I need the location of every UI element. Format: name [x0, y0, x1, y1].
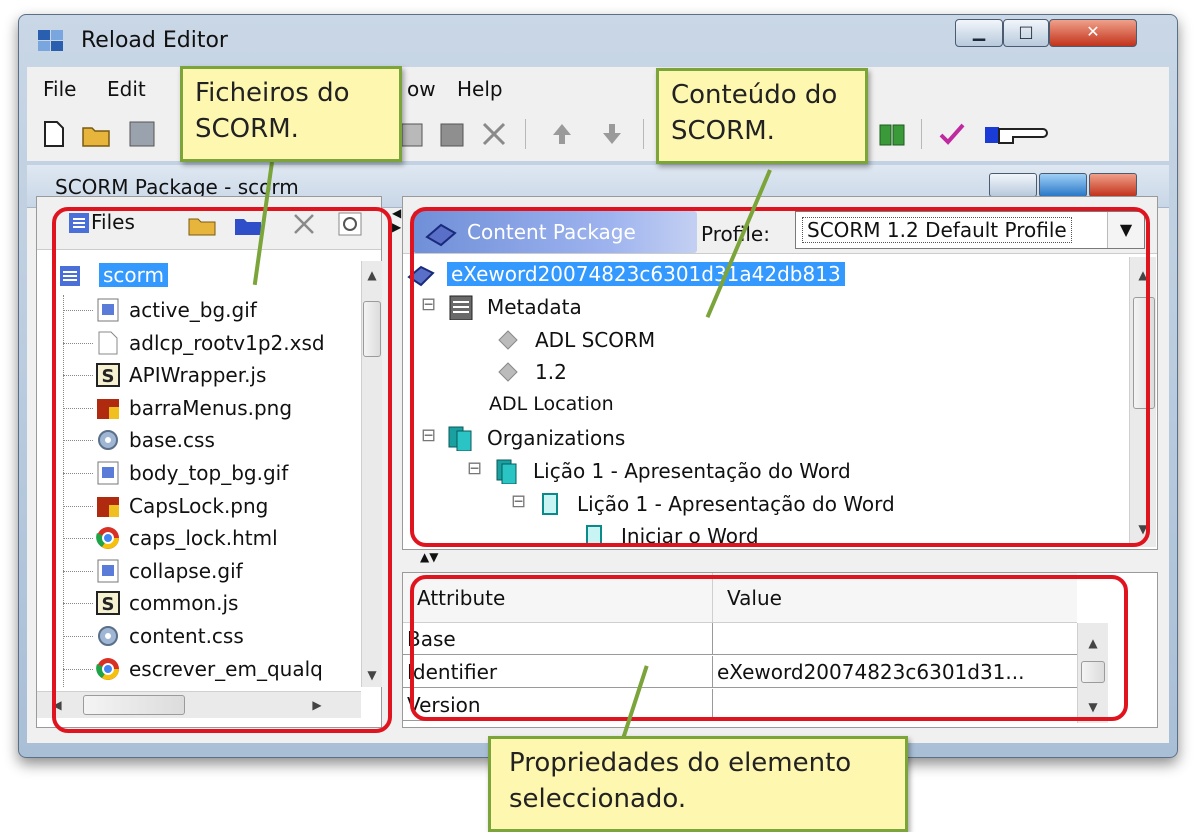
book-icon[interactable]: [877, 119, 907, 149]
content-callout: Conteúdo do SCORM.: [656, 68, 868, 164]
vertical-splitter-icon[interactable]: ◀ ▶: [392, 206, 401, 234]
child-restore-button[interactable]: [1039, 173, 1087, 197]
minimize-button[interactable]: ▁: [955, 19, 1003, 47]
window-title: Reload Editor: [81, 28, 228, 53]
menu-window[interactable]: ow: [407, 77, 436, 101]
child-minimize-button[interactable]: [989, 173, 1037, 197]
move-up-icon[interactable]: [547, 119, 577, 149]
content-highlight-frame: [410, 207, 1150, 547]
properties-highlight-frame: [410, 575, 1128, 721]
minimize-icon: ▁: [972, 22, 986, 41]
move-down-icon[interactable]: [597, 119, 627, 149]
maximize-button[interactable]: □: [1003, 19, 1049, 47]
validate-check-icon[interactable]: [937, 119, 967, 149]
save-icon[interactable]: [127, 119, 157, 149]
delete-icon[interactable]: [479, 119, 509, 149]
maximize-icon: □: [1018, 22, 1034, 41]
splitter-arrows-icon[interactable]: ▲▼: [420, 550, 438, 564]
files-callout: Ficheiros do SCORM.: [180, 66, 402, 162]
files-highlight-frame: [52, 207, 392, 733]
child-close-button[interactable]: [1089, 173, 1137, 197]
toolbar-separator: [525, 119, 526, 149]
open-folder-icon[interactable]: [81, 119, 111, 149]
pointing-hand-icon[interactable]: [983, 119, 1053, 149]
menu-edit[interactable]: Edit: [107, 77, 146, 101]
close-icon: ✕: [1086, 22, 1100, 41]
reload-app-icon: [38, 30, 63, 51]
toolbar-separator: [643, 119, 644, 149]
close-button[interactable]: ✕: [1049, 19, 1137, 47]
clipboard-icon[interactable]: [437, 119, 467, 149]
properties-callout: Propriedades do elemento seleccionado.: [488, 736, 908, 832]
new-file-icon[interactable]: [39, 119, 69, 149]
menu-file[interactable]: File: [43, 77, 76, 101]
toolbar-separator: [921, 119, 922, 149]
title-bar[interactable]: Reload Editor ▁ □ ✕: [19, 15, 1177, 63]
menu-help[interactable]: Help: [457, 77, 503, 101]
